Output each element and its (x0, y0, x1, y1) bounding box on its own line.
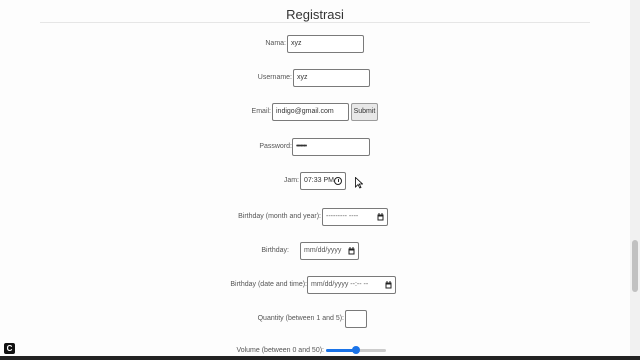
password-label: Password: (259, 143, 292, 150)
birthday-label: Birthday: (261, 247, 289, 254)
vertical-scrollbar[interactable] (630, 0, 640, 360)
page-viewport: Registrasi Nama: xyz Username: xyz Email… (0, 0, 630, 360)
time-input[interactable]: 07:33 PM (300, 172, 346, 190)
app-corner-icon[interactable]: C (4, 343, 15, 354)
calendar-icon[interactable] (377, 213, 384, 221)
mouse-cursor-icon (355, 177, 363, 189)
bottom-bar (0, 356, 640, 360)
username-label: Username: (257, 74, 292, 81)
month-input[interactable]: --------- ---- (322, 208, 388, 226)
datetime-input[interactable]: mm/dd/yyyy --:-- -- (307, 276, 396, 294)
email-label: Email: (251, 108, 271, 115)
scrollbar-thumb[interactable] (632, 240, 638, 292)
email-input[interactable]: indigo@gmail.com (272, 103, 349, 121)
slider-thumb[interactable] (352, 346, 360, 354)
month-placeholder: --------- ---- (326, 213, 359, 220)
password-input[interactable]: ••••••• (292, 138, 370, 156)
time-value: 07:33 PM (304, 177, 334, 184)
calendar-icon[interactable] (385, 281, 392, 289)
title-divider (40, 22, 590, 23)
quantity-input[interactable] (345, 310, 367, 328)
name-label: Nama: (265, 40, 286, 47)
name-input[interactable]: xyz (287, 35, 364, 53)
volume-slider[interactable] (326, 346, 386, 354)
submit-button[interactable]: Submit (351, 103, 378, 121)
birthday-month-label: Birthday (month and year): (238, 213, 321, 220)
datetime-placeholder: mm/dd/yyyy --:-- -- (311, 281, 369, 288)
username-input[interactable]: xyz (293, 69, 370, 87)
page-title: Registrasi (286, 7, 344, 22)
date-placeholder: mm/dd/yyyy (304, 247, 342, 254)
jam-label: Jam: (283, 177, 299, 184)
date-input[interactable]: mm/dd/yyyy (300, 242, 359, 260)
calendar-icon[interactable] (348, 247, 355, 255)
quantity-label: Quantity (between 1 and 5): (257, 315, 344, 322)
birthday-datetime-label: Birthday (date and time): (230, 281, 307, 288)
volume-label: Volume (between 0 and 50): (236, 347, 324, 354)
clock-icon[interactable] (334, 177, 342, 185)
